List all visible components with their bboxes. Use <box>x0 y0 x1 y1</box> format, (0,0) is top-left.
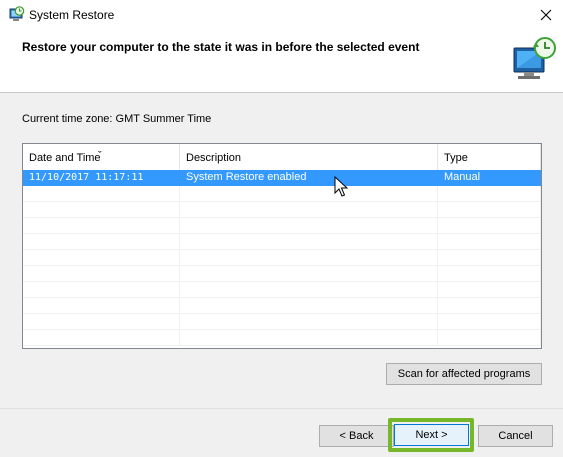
mouse-cursor-icon <box>334 176 348 197</box>
list-rows: 11/10/2017 11:17:11 System Restore enabl… <box>23 170 541 346</box>
window-title: System Restore <box>29 8 115 22</box>
empty-row <box>23 314 541 330</box>
empty-row <box>23 330 541 346</box>
scan-affected-programs-button[interactable]: Scan for affected programs <box>386 363 542 385</box>
column-header-date-label: Date and Time <box>29 152 101 164</box>
column-header-description[interactable]: Description <box>180 144 438 170</box>
column-header-date[interactable]: Date and Time ˇ <box>23 144 180 170</box>
list-header: Date and Time ˇ Description Type <box>23 144 541 170</box>
system-restore-icon <box>513 37 556 79</box>
empty-row <box>23 250 541 266</box>
wizard-header: Restore your computer to the state it wa… <box>0 30 563 93</box>
system-restore-app-icon <box>9 6 25 21</box>
cancel-button[interactable]: Cancel <box>478 425 553 447</box>
empty-row <box>23 218 541 234</box>
column-header-type[interactable]: Type <box>438 144 541 170</box>
close-icon <box>540 9 552 21</box>
row-type: Manual <box>438 170 541 186</box>
empty-row <box>23 266 541 282</box>
timezone-label: Current time zone: GMT Summer Time <box>22 113 212 125</box>
page-title: Restore your computer to the state it wa… <box>22 40 420 54</box>
close-button[interactable] <box>529 0 563 30</box>
empty-row <box>23 234 541 250</box>
empty-row <box>23 298 541 314</box>
empty-row <box>23 282 541 298</box>
empty-row <box>23 202 541 218</box>
row-description: System Restore enabled <box>180 170 438 186</box>
table-row[interactable]: 11/10/2017 11:17:11 System Restore enabl… <box>23 170 541 186</box>
row-date: 11/10/2017 11:17:11 <box>23 170 180 186</box>
restore-points-list[interactable]: Date and Time ˇ Description Type 11/10/2… <box>22 143 542 349</box>
empty-row <box>23 186 541 202</box>
sort-indicator-icon: ˇ <box>98 150 102 162</box>
back-button[interactable]: < Back <box>319 425 394 447</box>
title-bar: System Restore <box>0 0 563 30</box>
next-button[interactable]: Next > <box>394 424 469 446</box>
footer-divider <box>0 408 563 409</box>
